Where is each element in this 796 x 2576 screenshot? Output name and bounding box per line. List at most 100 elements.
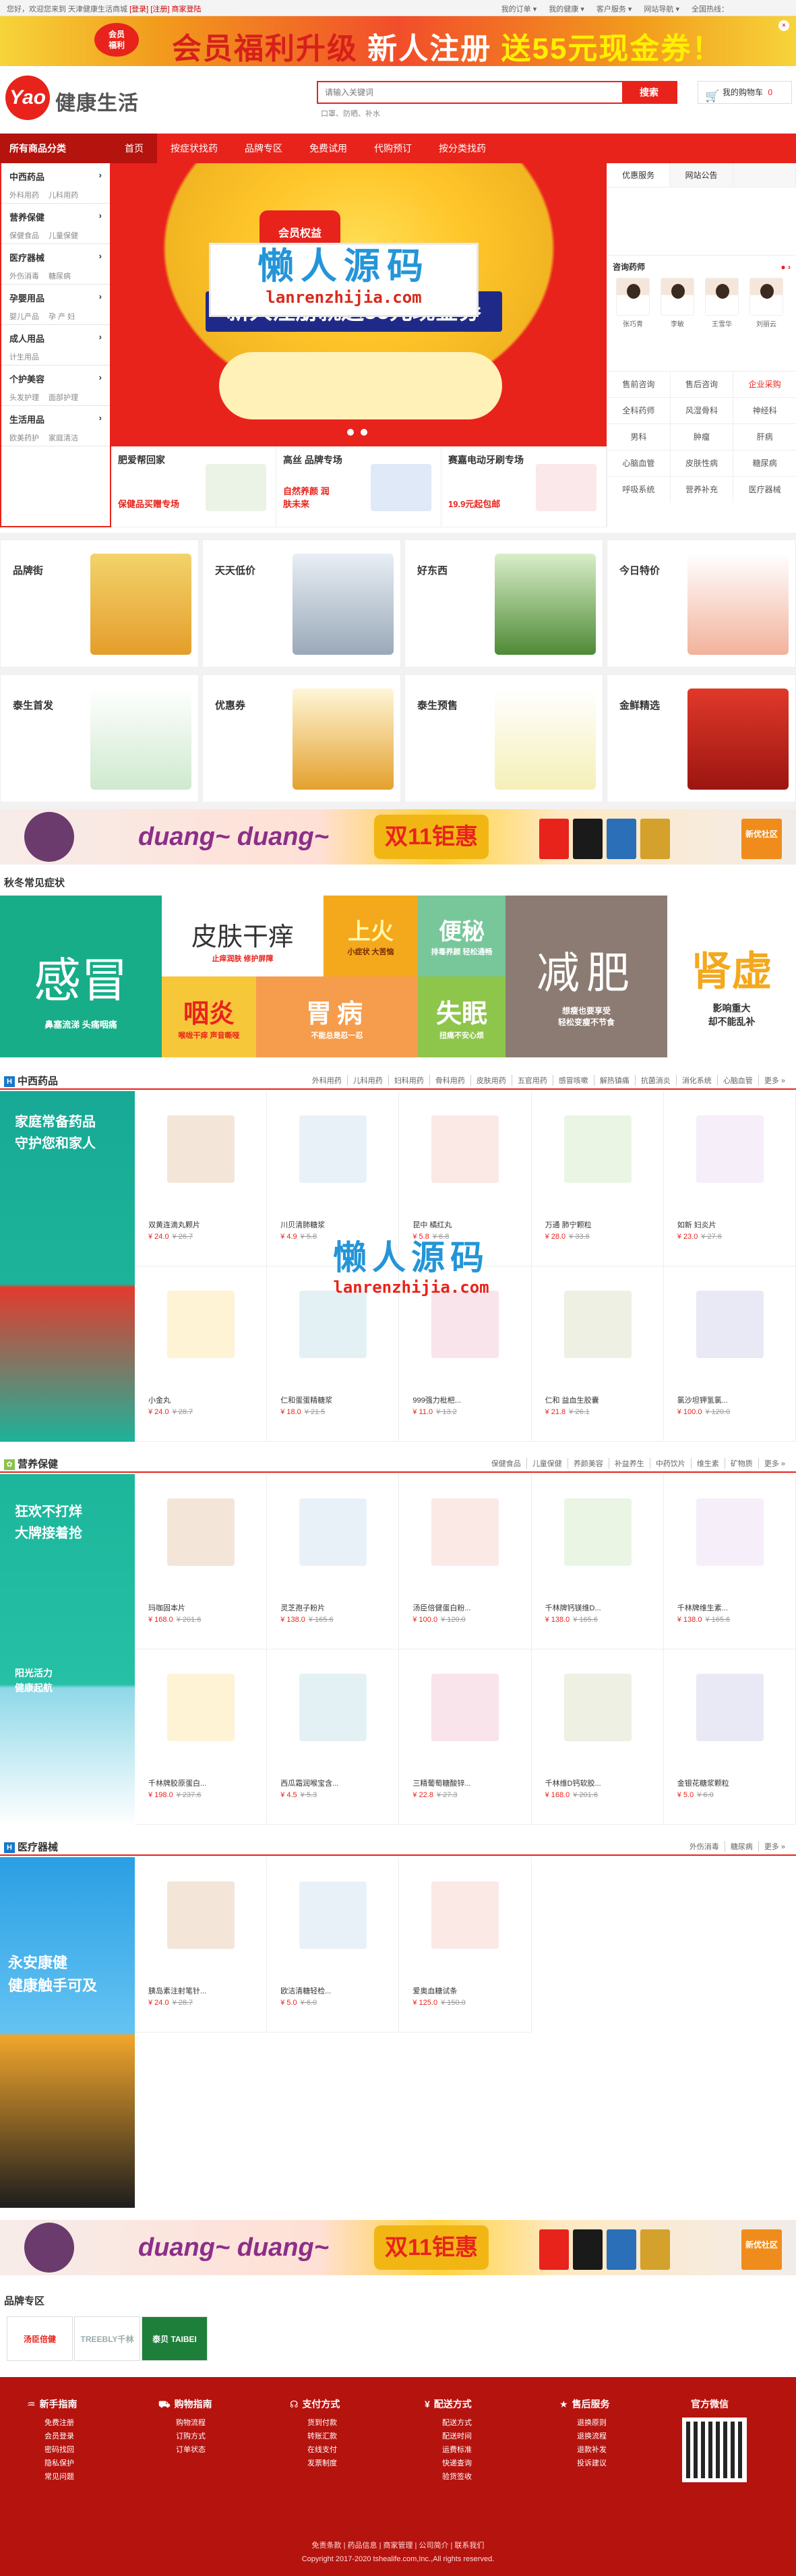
category-sub[interactable]: 头发护理 — [9, 392, 39, 403]
top-link-sitemap[interactable]: 网站导航 ▾ — [644, 3, 679, 14]
footer-link[interactable]: 快递查询 — [425, 2457, 472, 2470]
category-sub[interactable]: 儿科用药 — [49, 189, 78, 200]
promo-strip[interactable]: duang~ duang~ 双11钜惠 新优社区 — [0, 2220, 796, 2275]
hot-words[interactable]: 口罩、防晒、补水 — [321, 108, 380, 119]
footer-link[interactable]: 订单状态 — [158, 2443, 212, 2457]
symptom-tile[interactable]: 咽炎 喉咙干痒 声音嘶哑 — [162, 976, 256, 1057]
block-banner[interactable]: 永安康健 健康触手可及 — [0, 1857, 135, 2208]
footer-link[interactable]: 退款补发 — [559, 2443, 610, 2457]
symptom-tile[interactable]: 感冒 鼻塞流涕 头痛咽痛 — [0, 896, 162, 1057]
category-sub[interactable]: 孕 产 妇 — [49, 311, 75, 322]
section-link[interactable]: 消化系统 — [675, 1075, 717, 1086]
close-icon[interactable]: × — [778, 20, 789, 31]
section-link[interactable]: 五官用药 — [511, 1075, 553, 1086]
category-sub[interactable]: 外科用药 — [9, 189, 39, 200]
top-link-orders[interactable]: 我的订单 ▾ — [501, 3, 537, 14]
footer-link[interactable]: 运费标准 — [425, 2443, 472, 2457]
carousel-dot[interactable] — [361, 429, 367, 436]
consult-link[interactable]: 皮肤性病 — [671, 450, 734, 476]
category-sub[interactable]: 婴儿产品 — [9, 311, 39, 322]
sub-banner[interactable]: 肥爱帮回家 保健品买赠专场 — [111, 446, 276, 527]
promo-banner[interactable]: 会员 福利 会员福利升级 新人注册 送55元现金券！ × — [0, 16, 796, 66]
cart-button[interactable]: 🛒 我的购物车 0 — [698, 81, 792, 104]
tab-blank[interactable] — [733, 163, 796, 187]
top-link-service[interactable]: 客户服务 ▾ — [596, 3, 632, 14]
merchant-login-link[interactable]: 商家登陆 — [172, 5, 202, 13]
promo-strip[interactable]: duang~ duang~ 双11钜惠 新优社区 — [0, 809, 796, 865]
footer-link[interactable]: 发票制度 — [290, 2457, 340, 2470]
sub-banner[interactable]: 高丝 品牌专场 自然养颜 润肤未来 — [276, 446, 441, 527]
footer-links[interactable]: 免责条款 | 药品信息 | 商家管理 | 公司简介 | 联系我们 — [0, 2539, 796, 2552]
channel-card[interactable]: 金鲜精选 — [607, 674, 796, 802]
product-card[interactable]: 千林牌维生素... ¥ 138.0 ¥ 165.6 — [663, 1474, 796, 1649]
section-link[interactable]: 感冒咳嗽 — [552, 1075, 594, 1086]
consult-link[interactable]: 男科 — [607, 424, 671, 450]
section-link[interactable]: 儿童保健 — [526, 1458, 568, 1469]
consult-link[interactable]: 糖尿病 — [733, 450, 796, 476]
footer-link[interactable]: 会员登录 — [27, 2430, 78, 2443]
symptom-tile[interactable]: 上火 小症状 大苦恼 — [324, 896, 418, 976]
section-link[interactable]: 糖尿病 — [724, 1841, 758, 1852]
footer-link[interactable]: 订购方式 — [158, 2430, 212, 2443]
nav-brands[interactable]: 品牌专区 — [231, 134, 296, 163]
product-card[interactable]: 汤臣倍健蛋白粉... ¥ 100.0 ¥ 120.0 — [399, 1474, 532, 1649]
channel-card[interactable]: 品牌街 — [0, 539, 199, 668]
product-card[interactable]: 千林牌胶原蛋白... ¥ 198.0 ¥ 237.6 — [135, 1649, 268, 1825]
doctor-card[interactable]: 李敏 — [657, 278, 698, 328]
channel-card[interactable]: 今日特价 — [607, 539, 796, 668]
section-link[interactable]: 外科用药 — [307, 1075, 347, 1086]
doctor-card[interactable]: 张巧青 — [613, 278, 653, 328]
product-card[interactable]: 如新 妇炎片 ¥ 23.0 ¥ 27.6 — [663, 1091, 796, 1266]
footer-link[interactable]: 退换流程 — [559, 2430, 610, 2443]
footer-link[interactable]: 验货签收 — [425, 2470, 472, 2484]
consult-link[interactable]: 风湿骨科 — [671, 398, 734, 423]
product-card[interactable]: 三精葡萄糖酸锌... ¥ 22.8 ¥ 27.3 — [399, 1649, 532, 1825]
channel-card[interactable]: 泰生首发 — [0, 674, 199, 802]
product-name[interactable]: 千林牌维生素... — [677, 1602, 785, 1613]
consult-link[interactable]: 肿瘤 — [671, 424, 734, 450]
footer-link[interactable]: 常见问题 — [27, 2470, 78, 2484]
product-name[interactable]: 玛咖固本片 — [148, 1602, 256, 1613]
symptom-tile[interactable]: 肾虚 影响重大 却不能乱补 — [667, 896, 796, 1057]
section-link[interactable]: 妇科用药 — [388, 1075, 429, 1086]
product-name[interactable]: 欧洁清糖轻检... — [280, 1985, 388, 1996]
footer-link[interactable]: 在线支付 — [290, 2443, 340, 2457]
category-item[interactable]: 生活用品 › 欧美药护 家庭清洁 — [1, 406, 110, 446]
product-card[interactable]: 仁和 益血生胶囊 ¥ 21.8 ¥ 26.1 — [531, 1266, 664, 1442]
symptom-tile[interactable]: 皮肤干痒 止痒润肤 修护屏障 — [162, 896, 324, 976]
channel-card[interactable]: 泰生预售 — [404, 674, 603, 802]
category-item[interactable]: 个护美容 › 头发护理 面部护理 — [1, 365, 110, 406]
section-link[interactable]: 皮肤用药 — [470, 1075, 512, 1086]
channel-card[interactable]: 好东西 — [404, 539, 603, 668]
nav-by-category[interactable]: 按分类找药 — [425, 134, 499, 163]
tab-notice[interactable]: 网站公告 — [670, 163, 733, 187]
section-link[interactable]: 抗菌消炎 — [634, 1075, 676, 1086]
consult-link[interactable]: 全科药师 — [607, 398, 671, 423]
footer-link[interactable]: 密码找回 — [27, 2443, 78, 2457]
product-name[interactable]: 汤臣倍健蛋白粉... — [412, 1602, 520, 1613]
brand-logo[interactable]: TREEBLY千林 — [74, 2316, 140, 2361]
product-card[interactable]: 金银花糖浆颗粒 ¥ 5.0 ¥ 6.0 — [663, 1649, 796, 1825]
carousel-arrows[interactable]: ● › — [780, 256, 791, 278]
product-name[interactable]: 金银花糖浆颗粒 — [677, 1778, 785, 1788]
product-card[interactable]: 小金丸 ¥ 24.0 ¥ 28.7 — [135, 1266, 268, 1442]
all-categories[interactable]: 所有商品分类 — [0, 134, 111, 163]
section-link[interactable]: 骨科用药 — [429, 1075, 470, 1086]
brand-logo[interactable]: 泰贝 TAIBEI — [142, 2316, 208, 2361]
product-card[interactable]: 氯沙坦钾氢氯... ¥ 100.0 ¥ 120.0 — [663, 1266, 796, 1442]
section-link[interactable]: 心脑血管 — [716, 1075, 758, 1086]
consult-link[interactable]: 医疗器械 — [733, 477, 796, 502]
sub-banner[interactable]: 赛嘉电动牙刷专场 19.9元起包邮 — [441, 446, 607, 527]
product-name[interactable]: 千林牌钙镁维D... — [545, 1602, 653, 1613]
login-link[interactable]: [登录] — [129, 5, 148, 13]
logo-icon[interactable]: Yao — [5, 76, 50, 120]
product-card[interactable]: 西瓜霜润喉宝含... ¥ 4.5 ¥ 5.3 — [267, 1649, 400, 1825]
footer-link[interactable]: 货到付款 — [290, 2416, 340, 2430]
product-name[interactable]: 三精葡萄糖酸锌... — [412, 1778, 520, 1788]
product-card[interactable]: 千林牌钙镁维D... ¥ 138.0 ¥ 165.6 — [531, 1474, 664, 1649]
product-name[interactable]: 如新 妇炎片 — [677, 1219, 785, 1230]
product-card[interactable]: 爱奥血糖试条 ¥ 125.0 ¥ 150.0 — [399, 1857, 532, 2032]
nav-preorder[interactable]: 代购预订 — [361, 134, 425, 163]
consult-link[interactable]: 肝病 — [733, 424, 796, 450]
symptom-tile[interactable]: 减肥 想瘦也要享受 轻松变瘦不节食 — [506, 896, 667, 1057]
